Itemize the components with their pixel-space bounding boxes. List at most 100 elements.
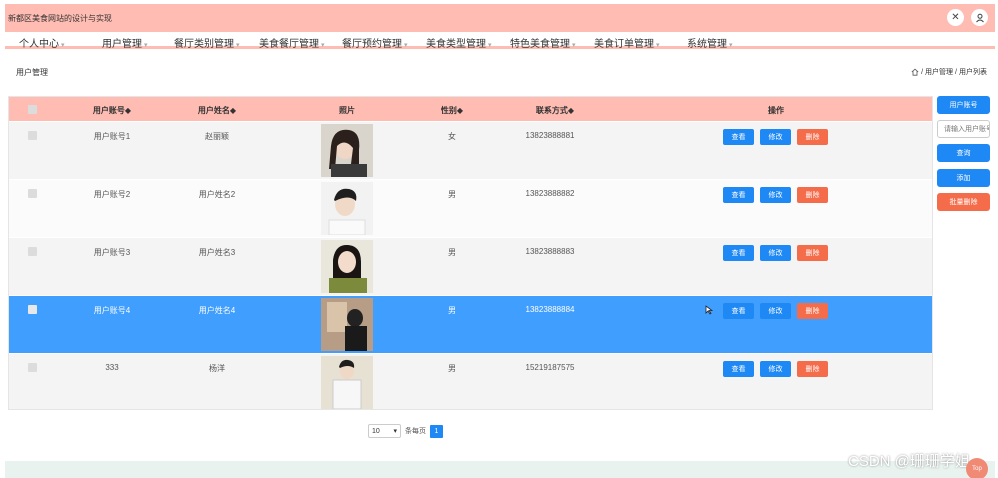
cell-name: 用户姓名2 xyxy=(198,190,236,199)
user-photo xyxy=(321,240,373,293)
row-checkbox[interactable] xyxy=(28,131,37,140)
chevron-down-icon: ▾ xyxy=(572,42,576,49)
pagination: 10 ▾ 条每页 1 xyxy=(368,424,443,438)
app-title: 新都区美食网站的设计与实现 xyxy=(8,14,112,23)
breadcrumb-item[interactable]: 用户管理 xyxy=(925,67,953,77)
row-checkbox[interactable] xyxy=(28,189,37,198)
search-field-label: 用户账号 xyxy=(937,96,990,114)
nav-item-orders[interactable]: 美食订单管理 ▾ xyxy=(594,35,660,50)
cell-name: 杨洋 xyxy=(209,364,225,373)
user-photo xyxy=(321,182,373,235)
back-to-top-button[interactable]: Top xyxy=(966,458,988,478)
page-number-button[interactable]: 1 xyxy=(430,424,443,438)
footer xyxy=(5,461,995,478)
view-button[interactable]: 查看 xyxy=(723,361,754,377)
page-header: 用户管理 / 用户管理 / 用户列表 xyxy=(5,52,995,88)
col-photo: 照片 xyxy=(339,106,355,115)
breadcrumb: / 用户管理 / 用户列表 xyxy=(911,67,987,77)
cell-gender: 男 xyxy=(448,190,456,199)
view-button[interactable]: 查看 xyxy=(723,129,754,145)
nav-item-reservation[interactable]: 餐厅预约管理 ▾ xyxy=(342,35,408,50)
col-gender[interactable]: 性别◆ xyxy=(441,105,463,116)
nav-item-restaurant-category[interactable]: 餐厅类别管理 ▾ xyxy=(174,35,240,50)
user-photo xyxy=(321,356,373,409)
chevron-down-icon: ▾ xyxy=(236,42,240,49)
page-size-select[interactable]: 10 ▾ xyxy=(368,424,401,438)
nav-item-food-type[interactable]: 美食类型管理 ▾ xyxy=(426,35,492,50)
table-row[interactable]: 333 杨洋 男 15219187575 查看 修改 删除 xyxy=(9,353,932,411)
col-actions: 操作 xyxy=(768,106,784,115)
nav-item-system[interactable]: 系统管理 ▾ xyxy=(687,35,733,50)
table-row[interactable]: 用户账号2 用户姓名2 男 13823888882 查看 修改 删除 xyxy=(9,179,932,237)
cell-name: 用户姓名3 xyxy=(198,248,236,257)
user-table: 用户账号◆ 用户姓名◆ 照片 性别◆ 联系方式◆ 操作 用户账号1 赵丽颖 女 … xyxy=(8,96,933,410)
cell-account: 用户账号1 xyxy=(93,132,131,141)
cell-phone: 13823888884 xyxy=(525,305,575,314)
col-account[interactable]: 用户账号◆ xyxy=(93,105,131,116)
row-checkbox[interactable] xyxy=(28,247,37,256)
table-row[interactable]: 用户账号1 赵丽颖 女 13823888881 查看 修改 删除 xyxy=(9,121,932,179)
select-all-checkbox[interactable] xyxy=(28,105,37,114)
edit-button[interactable]: 修改 xyxy=(760,303,791,319)
cell-account: 用户账号2 xyxy=(93,190,131,199)
user-avatar-icon[interactable] xyxy=(971,9,988,26)
chevron-down-icon: ▾ xyxy=(404,42,408,49)
table-row[interactable]: 用户账号4 用户姓名4 男 13823888884 查看 修改 删除 xyxy=(9,295,932,353)
breadcrumb-item: 用户列表 xyxy=(959,69,987,76)
watermark: CSDN @珊珊学姐 xyxy=(848,453,970,470)
cell-account: 用户账号3 xyxy=(93,248,131,257)
col-name[interactable]: 用户姓名◆ xyxy=(198,105,236,116)
view-button[interactable]: 查看 xyxy=(723,245,754,261)
nav-item-personal-center[interactable]: 个人中心 ▾ xyxy=(19,35,65,50)
cell-gender: 男 xyxy=(448,364,456,373)
cell-account: 用户账号4 xyxy=(93,306,131,315)
nav-item-food-restaurant[interactable]: 美食餐厅管理 ▾ xyxy=(259,35,325,50)
add-button[interactable]: 添加 xyxy=(937,169,990,187)
mouse-cursor-icon xyxy=(705,305,714,317)
cell-gender: 男 xyxy=(448,306,456,315)
col-phone[interactable]: 联系方式◆ xyxy=(536,105,574,116)
search-input[interactable] xyxy=(937,120,990,138)
cell-phone: 15219187575 xyxy=(525,363,575,372)
chevron-down-icon: ▾ xyxy=(656,42,660,49)
cell-gender: 男 xyxy=(448,248,456,257)
delete-button[interactable]: 删除 xyxy=(797,129,828,145)
chevron-down-icon: ▾ xyxy=(61,42,65,49)
batch-delete-button[interactable]: 批量删除 xyxy=(937,193,990,211)
view-button[interactable]: 查看 xyxy=(723,187,754,203)
edit-button[interactable]: 修改 xyxy=(760,361,791,377)
delete-button[interactable]: 删除 xyxy=(797,245,828,261)
cell-name: 赵丽颖 xyxy=(205,132,229,141)
nav-item-special-food[interactable]: 特色美食管理 ▾ xyxy=(510,35,576,50)
user-photo xyxy=(321,124,373,177)
chevron-down-icon: ▾ xyxy=(488,42,492,49)
row-checkbox[interactable] xyxy=(28,305,37,314)
main-nav: 个人中心 ▾ 用户管理 ▾ 餐厅类别管理 ▾ 美食餐厅管理 ▾ 餐厅预约管理 ▾ 美食类型… xyxy=(5,32,995,50)
app-header: 新都区美食网站的设计与实现 ✕ xyxy=(5,4,995,32)
delete-button[interactable]: 删除 xyxy=(797,303,828,319)
query-button[interactable]: 查询 xyxy=(937,144,990,162)
delete-button[interactable]: 删除 xyxy=(797,187,828,203)
chevron-down-icon: ▾ xyxy=(393,428,397,435)
cell-gender: 女 xyxy=(448,132,456,141)
view-button[interactable]: 查看 xyxy=(723,303,754,319)
table-header: 用户账号◆ 用户姓名◆ 照片 性别◆ 联系方式◆ 操作 xyxy=(9,97,932,121)
cell-name: 用户姓名4 xyxy=(198,306,236,315)
chevron-down-icon: ▾ xyxy=(144,42,148,49)
table-row[interactable]: 用户账号3 用户姓名3 男 13823888883 查看 修改 删除 xyxy=(9,237,932,295)
user-photo xyxy=(321,298,373,351)
delete-button[interactable]: 删除 xyxy=(797,361,828,377)
home-icon[interactable] xyxy=(911,68,919,76)
nav-item-user-management[interactable]: 用户管理 ▾ xyxy=(102,35,148,50)
cell-phone: 13823888881 xyxy=(525,131,575,140)
page-title: 用户管理 xyxy=(16,68,48,77)
cell-phone: 13823888882 xyxy=(525,189,575,198)
edit-button[interactable]: 修改 xyxy=(760,187,791,203)
fullscreen-icon[interactable]: ✕ xyxy=(947,9,964,26)
cell-phone: 13823888883 xyxy=(525,247,575,256)
row-checkbox[interactable] xyxy=(28,363,37,372)
cell-account: 333 xyxy=(105,363,119,372)
chevron-down-icon: ▾ xyxy=(729,42,733,49)
edit-button[interactable]: 修改 xyxy=(760,129,791,145)
edit-button[interactable]: 修改 xyxy=(760,245,791,261)
